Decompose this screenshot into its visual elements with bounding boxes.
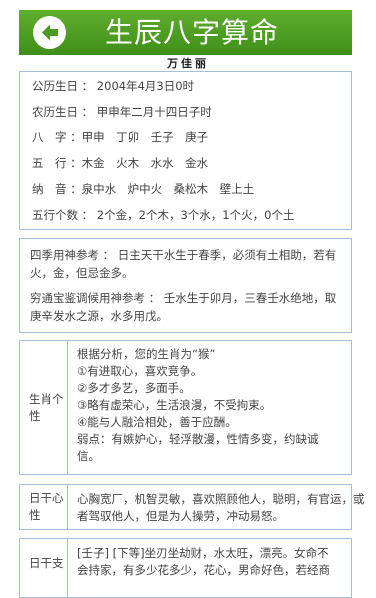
app-header: 生辰八字算命 bbox=[19, 10, 352, 55]
qiongtong-reference: 穷通宝鉴调候用神参考 ： 壬水生于卯月，三春壬水绝地，取庚辛发水之源，水多用戊。 bbox=[30, 291, 337, 323]
app-title: 生辰八字算命 bbox=[105, 16, 280, 49]
back-arrow-icon bbox=[42, 24, 58, 41]
nayin-row: 纳 音 ：泉中水 炉中火 桑松木 壁上土 bbox=[32, 182, 255, 196]
wuxing-row: 五 行 ：木金 火木 水水 金水 bbox=[32, 156, 209, 170]
rizhi-content: [壬子] [下等]坐刃坐劫财，水太旺，漂亮。女命不 会持家，有多少花多少，花心，… bbox=[77, 545, 343, 579]
personality-panel: 生肖个性 根据分析，您的生肖为“猴” ①有进取心，喜欢竞争。 ②多才多艺，多面手… bbox=[19, 340, 352, 475]
bazi-row: 八 字 ：甲申 丁卯 壬子 庚子 bbox=[32, 130, 209, 144]
personality-content: 根据分析，您的生肖为“猴” ①有进取心，喜欢竞争。 ②多才多艺，多面手。 ③略有… bbox=[77, 346, 343, 465]
personality-line: ③略有虚荣心，生活浪漫，不受拘束。 bbox=[77, 398, 272, 412]
rigan-content: 心胸宽厂，机智灵敏，喜欢照顾他人，聪明，有官运，或 者驾驭他人，但是为人操劳，冲… bbox=[77, 491, 365, 525]
back-button[interactable] bbox=[33, 16, 66, 49]
lunar-birthday: 农历生日 ： 甲申年二月十四日子时 bbox=[32, 105, 212, 119]
personality-line: 根据分析，您的生肖为“猴” bbox=[77, 347, 216, 361]
wuxing-count-row: 五行个数 ： 2个金，2个木，3个水，1个火，0个土 bbox=[32, 208, 295, 222]
rizhi-line: [壬子] [下等]坐刃坐劫财，水太旺，漂亮。女命不 bbox=[77, 546, 329, 560]
personality-line: ④能与人融洽相处，善于应酬。 bbox=[77, 415, 237, 429]
rigan-panel: 日干心性 心胸宽厂，机智灵敏，喜欢照顾他人，聪明，有官运，或 者驾驭他人，但是为… bbox=[19, 484, 365, 530]
personality-line: 弱点：有嫉妒心，轻浮散漫，性情多变，约缺诚 bbox=[77, 432, 319, 446]
personality-line: ②多才多艺，多面手。 bbox=[77, 381, 191, 395]
siji-reference: 四季用神参考 ： 日主天干水生于春季，必须有土相助，若有火，金，但忌金多。 bbox=[30, 248, 337, 280]
personality-line: ①有进取心，喜欢竞争。 bbox=[77, 364, 203, 378]
rizhi-label: 日干支 bbox=[20, 539, 68, 597]
reference-panel: 四季用神参考 ： 日主天干水生于春季，必须有土相助，若有火，金，但忌金多。 穷通… bbox=[19, 238, 352, 333]
solar-birthday: 公历生日 ： 2004年4月3日0时 bbox=[32, 79, 195, 93]
rizhi-panel: 日干支 [壬子] [下等]坐刃坐劫财，水太旺，漂亮。女命不 会持家，有多少花多少… bbox=[19, 538, 352, 598]
rizhi-line: 会持家，有多少花多少，花心，男命好色，若经商 bbox=[77, 563, 330, 577]
rigan-line: 者驾驭他人，但是为人操劳，冲动易怒。 bbox=[77, 509, 284, 523]
rigan-label: 日干心性 bbox=[20, 485, 68, 529]
person-name: 万佳丽 bbox=[167, 57, 209, 70]
rigan-line: 心胸宽厂，机智灵敏，喜欢照顾他人，聪明，有官运，或 bbox=[77, 492, 365, 506]
basic-info-panel: 公历生日 ： 2004年4月3日0时 农历生日 ： 甲申年二月十四日子时 八 字… bbox=[19, 71, 352, 230]
personality-label: 生肖个性 bbox=[20, 341, 68, 474]
personality-line: 信。 bbox=[77, 449, 100, 463]
